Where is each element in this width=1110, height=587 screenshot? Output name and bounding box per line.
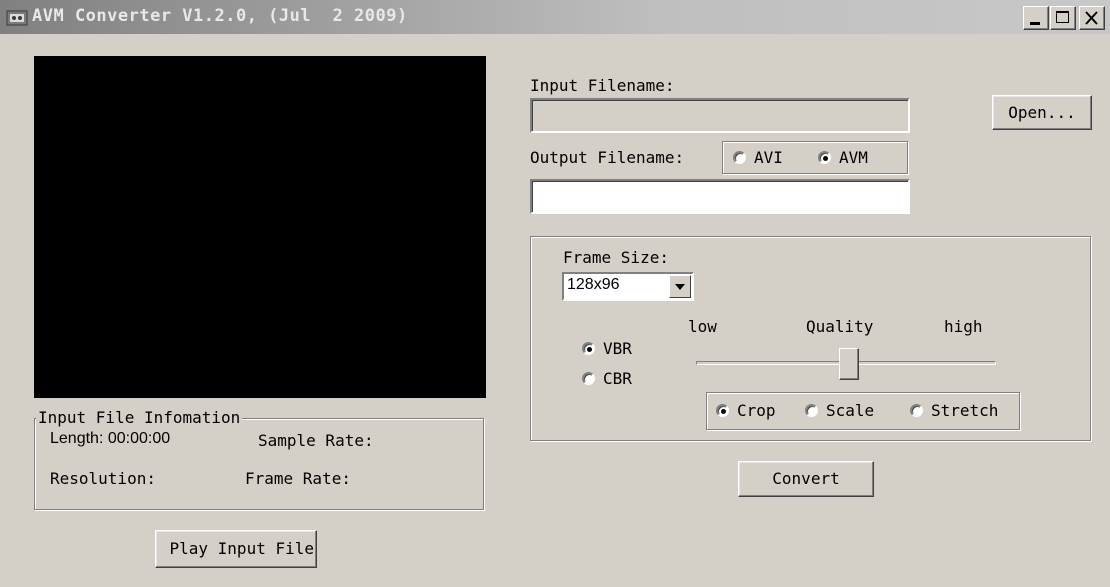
radio-vbr-label: VBR (603, 339, 632, 358)
quality-slider-thumb[interactable] (839, 348, 859, 380)
radio-cbr-label: CBR (603, 369, 632, 388)
bitrate-radio-cbr[interactable]: CBR (582, 369, 632, 388)
close-button[interactable] (1079, 6, 1105, 30)
radio-scale-label: Scale (826, 401, 875, 420)
radio-vbr-indicator (582, 342, 595, 355)
sample-rate-label: Sample Rate: (258, 431, 374, 450)
frame-size-value: 128x96 (567, 276, 620, 293)
minimize-button[interactable] (1023, 6, 1049, 30)
input-filename-label: Input Filename: (530, 76, 675, 95)
resolution-label: Resolution: (50, 469, 156, 488)
radio-crop-label: Crop (737, 401, 776, 420)
close-icon (1085, 11, 1098, 25)
convert-button[interactable]: Convert (738, 461, 874, 497)
radio-stretch-indicator (910, 404, 923, 417)
frame-size-label: Frame Size: (563, 248, 669, 267)
open-button[interactable]: Open... (992, 95, 1092, 130)
radio-stretch-label: Stretch (931, 401, 999, 420)
length-label: Length: 00:00:00 (50, 430, 171, 447)
window-title: AVM Converter V1.2.0, (Jul 2 2009) (32, 6, 408, 26)
fit-radio-scale[interactable]: Scale (805, 401, 874, 420)
input-file-info-title: Input File Infomation (36, 408, 243, 427)
frame-rate-label: Frame Rate: (245, 469, 351, 488)
radio-avm-indicator (818, 151, 831, 164)
radio-avi-label: AVI (754, 148, 783, 167)
maximize-icon (1056, 11, 1069, 23)
radio-avm-label: AVM (839, 148, 868, 167)
quality-high-label: high (944, 317, 983, 336)
radio-cbr-indicator (582, 372, 595, 385)
maximize-button[interactable] (1050, 6, 1076, 30)
frame-size-dropdown[interactable]: 128x96 (562, 272, 694, 301)
fit-radio-crop[interactable]: Crop (716, 401, 776, 420)
radio-crop-indicator (716, 404, 729, 417)
title-bar[interactable]: AVM Converter V1.2.0, (Jul 2 2009) (0, 0, 1110, 34)
chevron-down-icon[interactable] (669, 275, 691, 298)
app-icon (6, 10, 28, 26)
quality-low-label: low (688, 317, 717, 336)
minimize-icon (1030, 22, 1040, 25)
play-input-file-button[interactable]: Play Input File (155, 530, 317, 568)
radio-avi-indicator (733, 151, 746, 164)
fit-radio-stretch[interactable]: Stretch (910, 401, 998, 420)
open-button-label: Open... (1008, 103, 1076, 122)
bitrate-radio-vbr[interactable]: VBR (582, 339, 632, 358)
output-filename-label: Output Filename: (530, 148, 685, 167)
output-filename-field[interactable] (530, 179, 910, 214)
format-radio-avm[interactable]: AVM (818, 148, 868, 167)
radio-scale-indicator (805, 404, 818, 417)
input-filename-field[interactable] (530, 98, 910, 133)
format-radio-avi[interactable]: AVI (733, 148, 783, 167)
main-window: AVM Converter V1.2.0, (Jul 2 2009) Input… (0, 0, 1110, 587)
quality-title: Quality (806, 317, 874, 336)
video-preview (34, 56, 486, 398)
